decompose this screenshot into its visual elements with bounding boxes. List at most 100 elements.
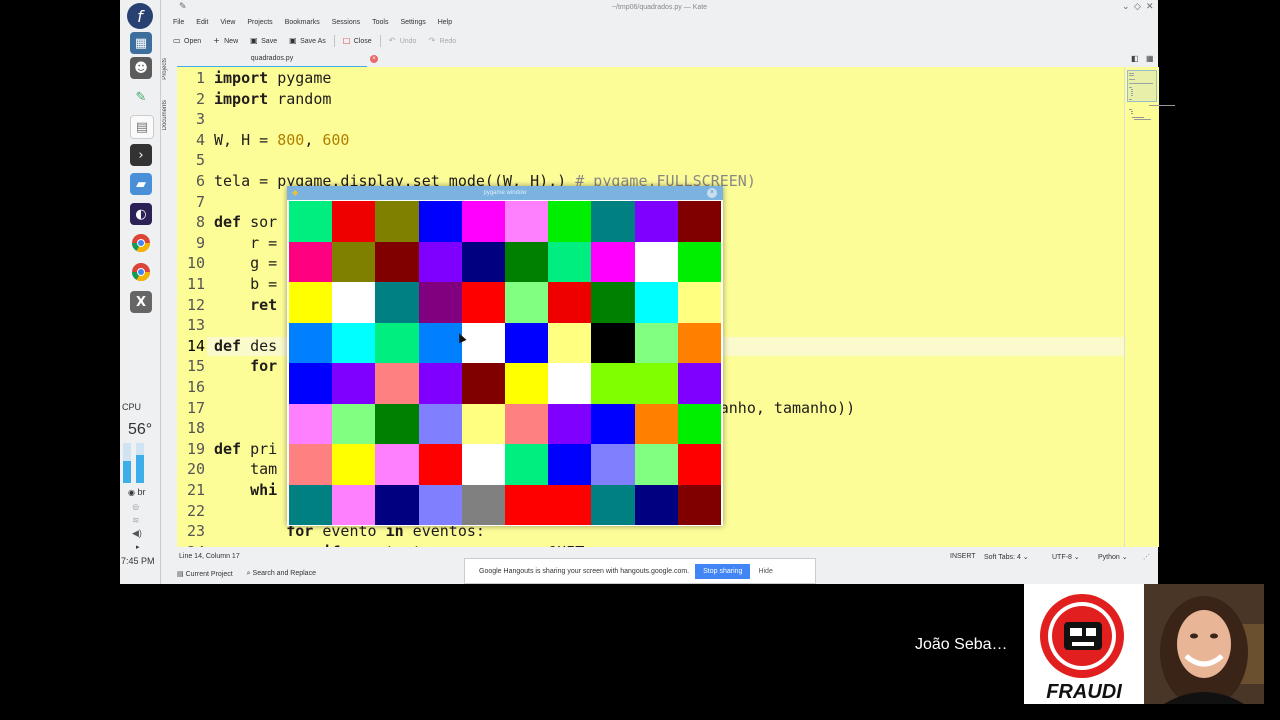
menu-edit[interactable]: Edit — [190, 16, 214, 30]
line-number-gutter: 123456789101112131415161718192021222324 — [177, 67, 207, 547]
keyboard-layout-label: br — [137, 487, 146, 497]
line-number: 23 — [186, 522, 205, 541]
cpu-temp: 56° — [128, 421, 153, 438]
hide-button[interactable]: Hide — [758, 568, 772, 575]
chrome-icon[interactable] — [130, 232, 152, 254]
minimap[interactable] — [1124, 67, 1175, 547]
xournal-icon[interactable]: X — [130, 291, 152, 313]
menu-view[interactable]: View — [214, 16, 241, 30]
line-number: 9 — [195, 233, 205, 252]
volume-icon[interactable]: ◀) — [132, 528, 142, 539]
minimize-icon[interactable]: ⌄ — [1122, 2, 1130, 12]
participant-tile-photo[interactable] — [1144, 584, 1264, 704]
color-square — [505, 444, 549, 485]
code-line[interactable]: import pygame — [214, 69, 331, 87]
chat-icon[interactable]: ▰ — [130, 173, 152, 195]
color-square — [461, 403, 505, 444]
tab-current-project[interactable]: ▤ Current Project — [177, 570, 233, 582]
split-view-icon[interactable]: ◧ — [1131, 54, 1139, 63]
pin-icon[interactable]: ✎ — [179, 2, 187, 12]
fedora-icon[interactable]: f — [127, 3, 153, 29]
code-line[interactable]: W, H = 800, 600 — [214, 131, 349, 149]
color-square — [677, 363, 721, 404]
color-square — [548, 484, 592, 525]
color-square — [548, 282, 592, 323]
maximize-icon[interactable]: ◇ — [1134, 2, 1141, 12]
inkscape-icon[interactable]: ✎ — [130, 86, 152, 108]
close-button[interactable]: □ Close — [337, 32, 378, 50]
color-square — [505, 241, 549, 282]
menu-bookmarks[interactable]: Bookmarks — [279, 16, 326, 30]
pygame-window[interactable]: pygame window ◆ × — [287, 186, 723, 526]
keyboard-layout-indicator[interactable]: ◉ br — [128, 487, 146, 497]
chrome-icon[interactable] — [130, 261, 152, 283]
new-button[interactable]: + New — [207, 32, 244, 50]
expand-tray-icon[interactable]: ▸ — [136, 543, 140, 551]
menu-help[interactable]: Help — [432, 16, 458, 30]
close-doc-icon: □ — [342, 36, 351, 45]
resize-grip-icon[interactable]: ⋰ — [1143, 553, 1150, 561]
cursor-position[interactable]: Line 14, Column 17 — [179, 553, 240, 560]
save-as-button[interactable]: ▣ Save As — [283, 32, 332, 50]
undo-button[interactable]: ↶ Undo — [383, 32, 423, 50]
pygame-window-title[interactable]: pygame window — [287, 186, 723, 200]
code-line[interactable]: tam — [214, 460, 277, 478]
menu-settings[interactable]: Settings — [394, 16, 431, 30]
code-line[interactable]: ret — [214, 296, 277, 314]
terminal-icon[interactable]: › — [130, 144, 152, 166]
document-icon[interactable]: ▤ — [130, 115, 154, 139]
tab-quadrados[interactable]: quadrados.py — [177, 53, 367, 68]
gimp-icon[interactable]: ☻ — [130, 57, 152, 79]
sidebar-tab-projects[interactable]: Projects — [162, 58, 168, 80]
minimap-slider[interactable] — [1127, 70, 1157, 102]
code-line[interactable]: whi — [214, 481, 277, 499]
sidebar-tab-documents[interactable]: Documents — [162, 100, 168, 130]
eclipse-icon[interactable]: ◐ — [130, 203, 152, 225]
menu-sessions[interactable]: Sessions — [326, 16, 366, 30]
encoding-selector[interactable]: UTF-8 ⌄ — [1052, 553, 1080, 561]
cpu-graph — [123, 443, 131, 483]
pygame-snake-icon: ◆ — [292, 188, 299, 197]
network-icon[interactable]: ⊜ — [132, 502, 140, 513]
save-button[interactable]: ▣ Save — [244, 32, 283, 50]
minimap-line — [1129, 109, 1132, 110]
menu-file[interactable]: File — [167, 16, 190, 30]
participant-tile-logo[interactable]: FRAUDI — [1024, 584, 1144, 704]
code-line[interactable]: b = — [214, 275, 277, 293]
menu-tools[interactable]: Tools — [366, 16, 394, 30]
indent-settings[interactable]: Soft Tabs: 4 ⌄ — [984, 553, 1029, 561]
code-line[interactable]: g = — [214, 254, 277, 272]
toolbar: ▭ Open + New ▣ Save ▣ Save As □ Close ↶ Undo ↷… — [167, 32, 462, 50]
color-square — [289, 484, 333, 525]
tab-close-icon[interactable]: × — [370, 55, 378, 63]
close-window-icon[interactable]: ✕ — [1146, 2, 1154, 12]
chevron-down-icon: ⌄ — [1022, 554, 1029, 561]
quick-open-icon[interactable]: ▦ — [1146, 54, 1154, 63]
redo-icon: ↷ — [428, 36, 436, 45]
side-tabs: Projects Documents — [161, 54, 175, 544]
color-square — [461, 363, 505, 404]
code-line[interactable]: def des — [214, 337, 277, 355]
line-number: 4 — [195, 130, 205, 149]
line-number: 5 — [195, 151, 205, 170]
color-square — [289, 363, 333, 404]
menu-projects[interactable]: Projects — [241, 16, 278, 30]
stop-sharing-button[interactable]: Stop sharing — [695, 563, 751, 579]
code-line[interactable]: def pri — [214, 440, 277, 458]
clock[interactable]: 7:45 PM — [121, 556, 155, 566]
code-line[interactable]: def sor — [214, 213, 277, 231]
color-square — [505, 201, 549, 242]
input-mode[interactable]: INSERT — [950, 553, 976, 560]
code-line[interactable]: import random — [214, 90, 331, 108]
code-line[interactable]: r = — [214, 234, 277, 252]
code-line[interactable]: for — [214, 357, 277, 375]
wifi-icon[interactable]: ≋ — [132, 515, 140, 526]
language-selector[interactable]: Python ⌄ — [1098, 553, 1128, 561]
code-line[interactable]: if evento.type == pygame.QUIT: — [214, 543, 593, 547]
close-icon[interactable]: × — [707, 188, 717, 198]
console-icon[interactable]: ▦ — [130, 32, 152, 54]
tab-search-replace[interactable]: ⌕ Search and Replace — [247, 570, 316, 582]
color-grid — [289, 201, 721, 525]
open-button[interactable]: ▭ Open — [167, 32, 207, 50]
redo-button[interactable]: ↷ Redo — [422, 32, 462, 50]
